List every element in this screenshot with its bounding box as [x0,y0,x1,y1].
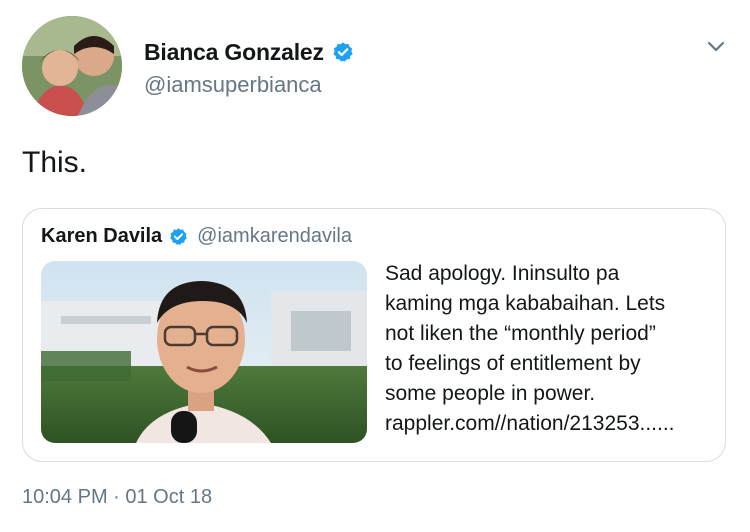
quoted-author-name: Karen Davila [41,225,163,247]
verified-badge-icon [332,41,354,63]
tweet-timestamp[interactable]: 10:04 PM · 01 Oct 18 [22,486,212,509]
verified-badge-icon [169,227,188,246]
quoted-tweet-image[interactable] [41,261,367,443]
tweet-card: Bianca Gonzalez @iamsuperbianca This. Ka… [0,0,750,532]
author-avatar[interactable] [22,16,122,116]
quoted-tweet-line: Sad apology. Ininsulto pa [385,262,620,285]
author-handle[interactable]: @iamsuperbianca [144,72,354,98]
quoted-tweet-link[interactable]: rappler.com//nation/213253...... [385,409,715,439]
quoted-tweet-text: Sad apology. Ininsulto pa kaming mga kab… [385,259,715,439]
quoted-tweet-line: to feelings of entitlement by [385,352,641,375]
tweet-text: This. [22,146,88,179]
quoted-tweet-line: not liken the “monthly period” [385,322,656,345]
quoted-tweet-line: kaming mga kababaihan. Lets [385,292,666,315]
author-display-name[interactable]: Bianca Gonzalez [144,39,324,66]
quoted-tweet-line: some people in power. [385,382,596,405]
quoted-author-handle: @iamkarendavila [197,225,352,247]
quoted-tweet-card[interactable]: Karen Davila @iamkarendavila Sad apology… [22,208,726,462]
author-name-row: Bianca Gonzalez [144,38,354,66]
chevron-down-icon[interactable] [704,34,728,58]
quoted-tweet-header: Karen Davila @iamkarendavila [41,225,352,248]
author-block: Bianca Gonzalez @iamsuperbianca [144,38,354,98]
